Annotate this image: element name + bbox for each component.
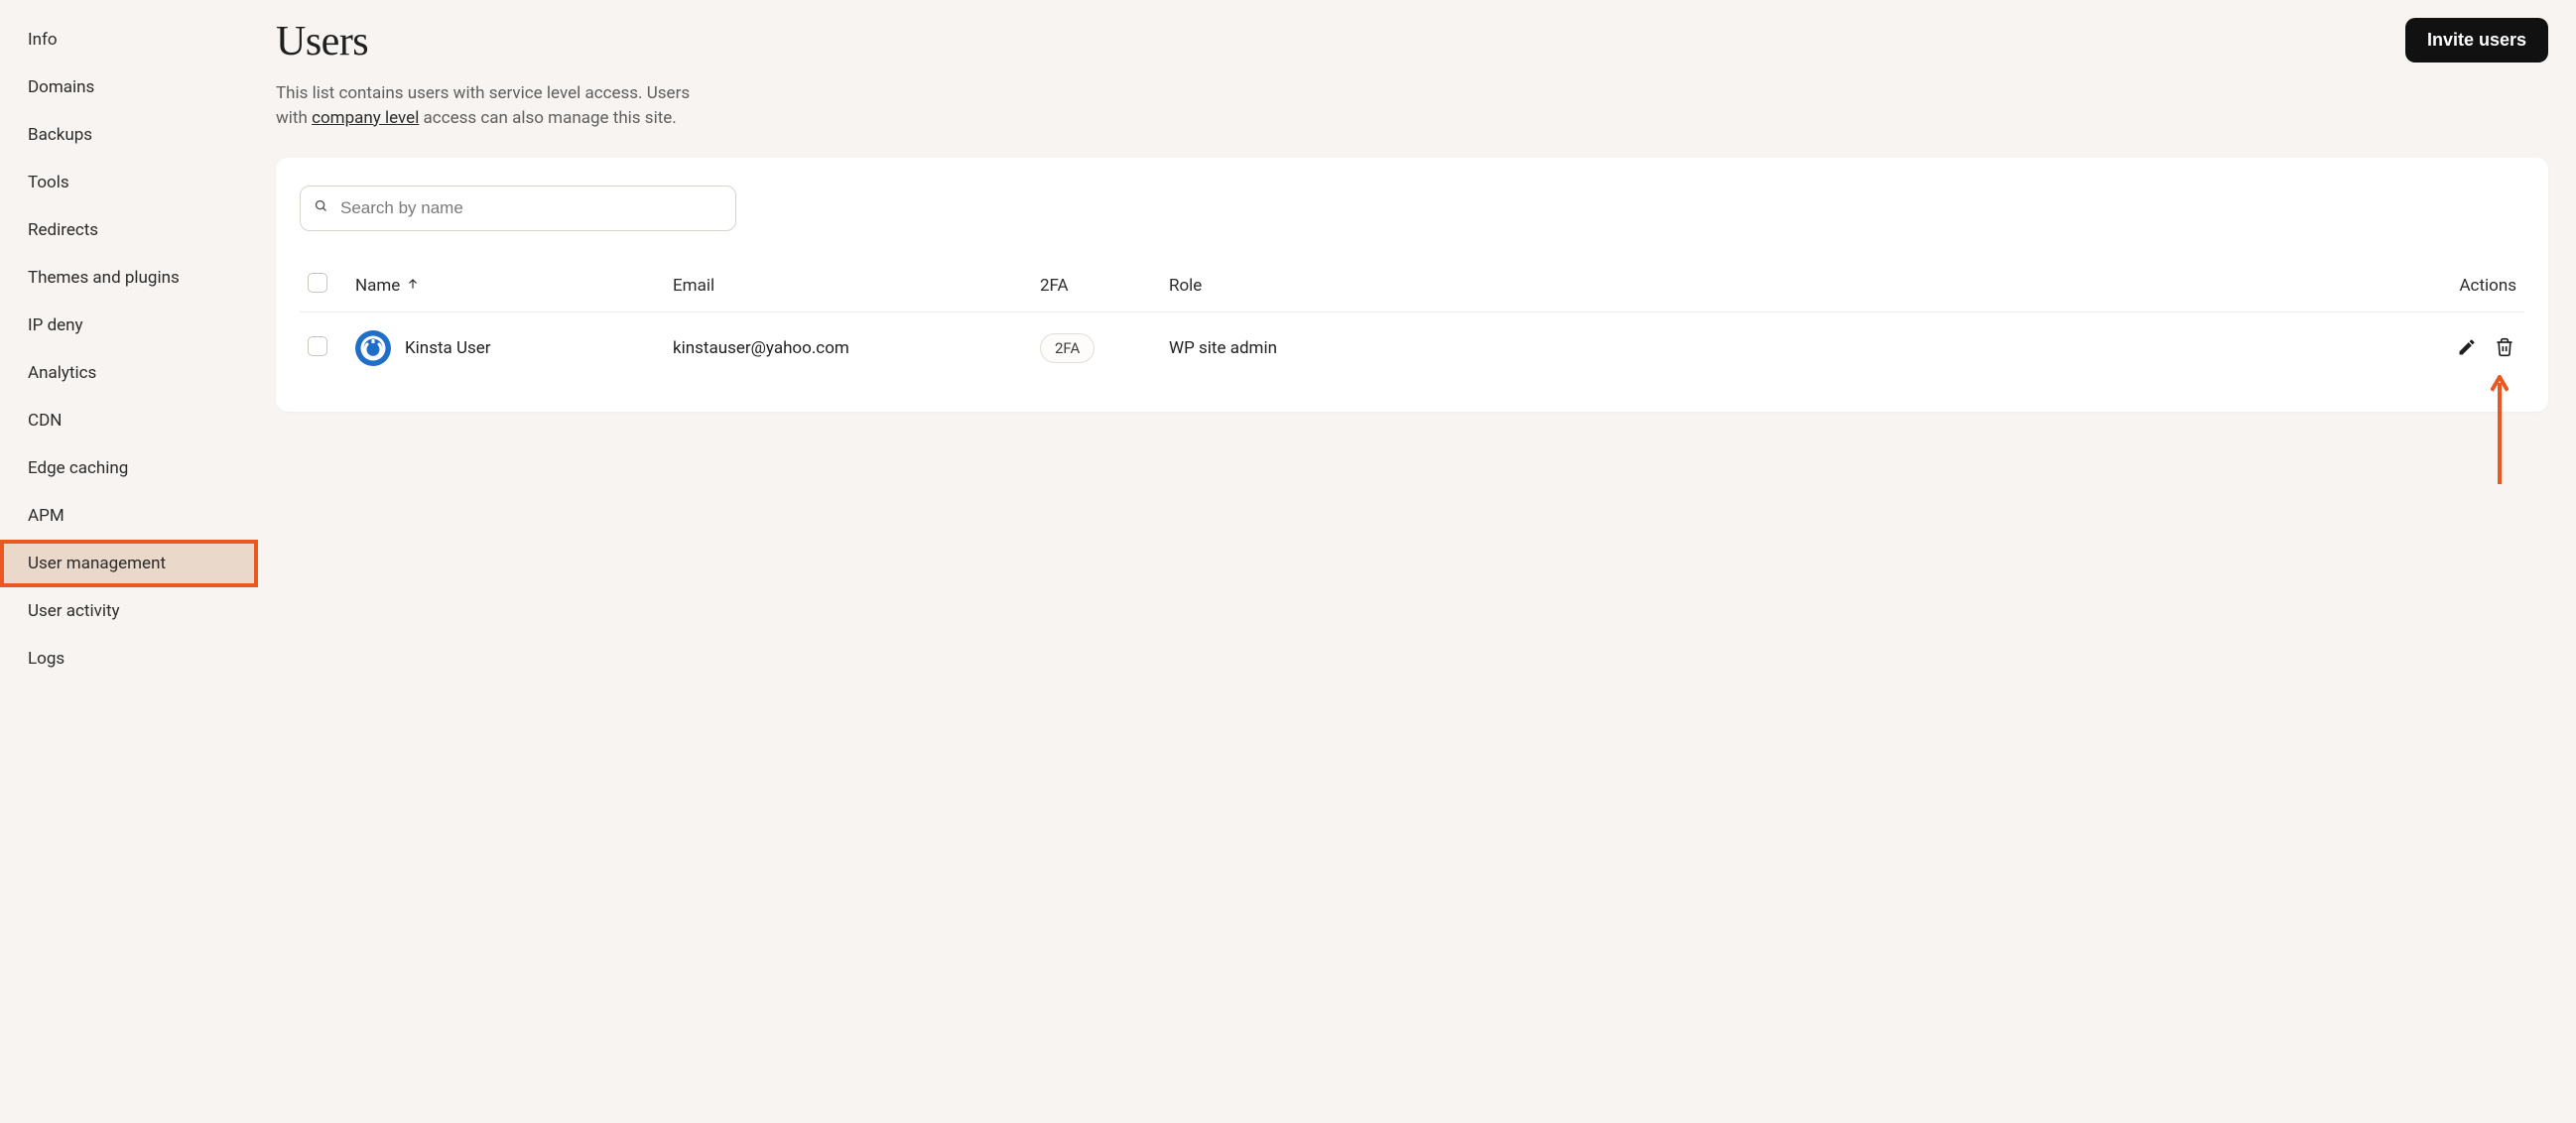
column-header-2fa[interactable]: 2FA — [1040, 276, 1169, 296]
column-header-role[interactable]: Role — [1169, 276, 1427, 296]
sidebar-item-cdn[interactable]: CDN — [0, 397, 258, 444]
table-header: Name Email 2FA Role Actions — [300, 259, 2524, 312]
main-content: Users This list contains users with serv… — [258, 0, 2576, 1123]
twofa-badge: 2FA — [1040, 333, 1095, 363]
sidebar-item-redirects[interactable]: Redirects — [0, 206, 258, 254]
column-header-email[interactable]: Email — [673, 276, 1040, 296]
sidebar-item-logs[interactable]: Logs — [0, 635, 258, 683]
actions-cell — [1427, 335, 2516, 362]
column-header-name[interactable]: Name — [355, 276, 673, 296]
invite-users-button[interactable]: Invite users — [2405, 18, 2548, 62]
sidebar-item-user-management[interactable]: User management — [0, 540, 258, 587]
sidebar-item-apm[interactable]: APM — [0, 492, 258, 540]
sidebar-item-ip-deny[interactable]: IP deny — [0, 302, 258, 349]
sidebar-item-themes-and-plugins[interactable]: Themes and plugins — [0, 254, 258, 302]
name-cell: Kinsta User — [355, 330, 673, 366]
sidebar-item-domains[interactable]: Domains — [0, 63, 258, 111]
avatar — [355, 330, 391, 366]
company-level-link[interactable]: company level — [312, 108, 419, 128]
sidebar-item-backups[interactable]: Backups — [0, 111, 258, 159]
column-header-actions: Actions — [1427, 276, 2516, 296]
trash-icon — [2495, 337, 2514, 360]
user-email: kinstauser@yahoo.com — [673, 338, 1040, 358]
sidebar-item-tools[interactable]: Tools — [0, 159, 258, 206]
user-role: WP site admin — [1169, 338, 1427, 358]
page-title: Users — [276, 18, 693, 65]
table-row: Kinsta User kinstauser@yahoo.com 2FA WP … — [300, 312, 2524, 384]
search-input[interactable] — [300, 186, 736, 231]
annotation-arrow-icon — [2491, 375, 2509, 489]
users-table: Name Email 2FA Role Actions — [300, 259, 2524, 384]
search-wrap — [300, 186, 736, 231]
arrow-up-icon — [406, 276, 420, 296]
subtitle-text-after: access can also manage this site. — [419, 108, 676, 128]
sidebar-item-analytics[interactable]: Analytics — [0, 349, 258, 397]
page-subtitle: This list contains users with service le… — [276, 81, 693, 130]
pencil-icon — [2457, 337, 2477, 360]
sidebar-item-edge-caching[interactable]: Edge caching — [0, 444, 258, 492]
users-card: Name Email 2FA Role Actions — [276, 158, 2548, 412]
row-checkbox[interactable] — [308, 336, 327, 356]
select-all-checkbox[interactable] — [308, 273, 327, 293]
sidebar-item-info[interactable]: Info — [0, 16, 258, 63]
edit-button[interactable] — [2455, 335, 2479, 362]
column-label-name: Name — [355, 276, 400, 296]
delete-button[interactable] — [2493, 335, 2516, 362]
sidebar: Info Domains Backups Tools Redirects The… — [0, 0, 258, 1123]
user-name: Kinsta User — [405, 338, 491, 358]
sidebar-item-user-activity[interactable]: User activity — [0, 587, 258, 635]
